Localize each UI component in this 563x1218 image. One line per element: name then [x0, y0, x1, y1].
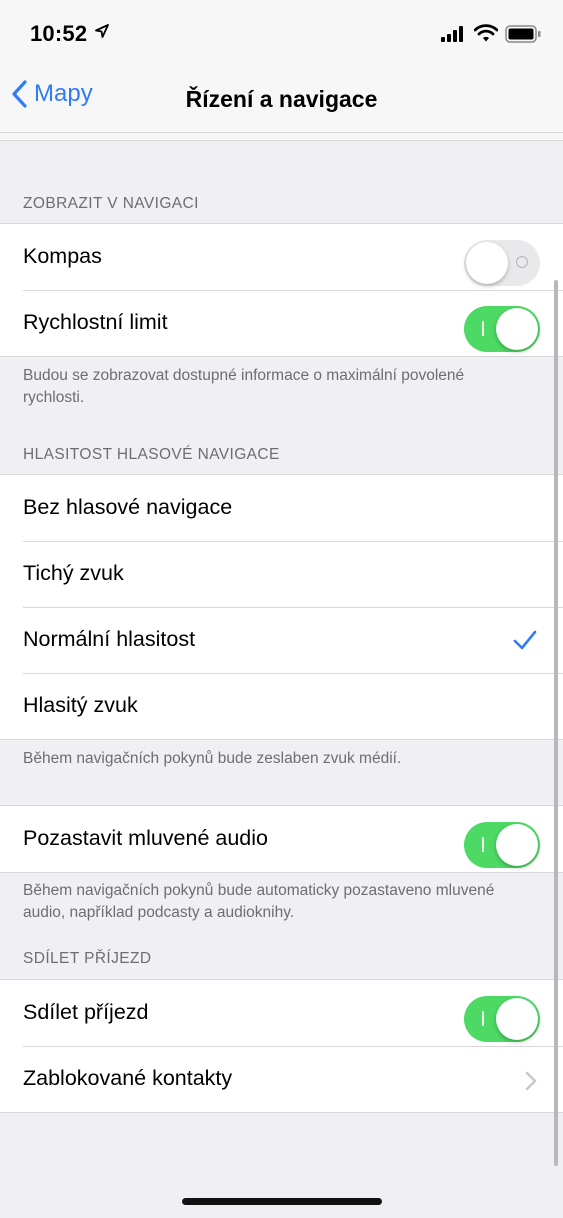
checkmark-icon [513, 630, 537, 650]
toggle-on-glyph [482, 321, 484, 336]
scrolled-header-strip [0, 133, 563, 141]
group-audio: Pozastavit mluvené audio [0, 805, 563, 873]
compass-toggle[interactable] [464, 240, 540, 286]
row-blocked-contacts[interactable]: Zablokované kontakty [0, 1046, 563, 1112]
battery-icon [505, 25, 541, 43]
row-label: Zablokované kontakty [23, 1066, 233, 1090]
toggle-knob [496, 308, 538, 350]
speed-limit-toggle[interactable] [464, 306, 540, 352]
group-display: Kompas Rychlostní limit [0, 223, 563, 357]
row-no-voice[interactable]: Bez hlasové navigace [0, 475, 563, 541]
row-normal-volume[interactable]: Normální hlasitost [0, 607, 563, 673]
row-label: Pozastavit mluvené audio [23, 826, 269, 850]
section-footer-display: Budou se zobrazovat dostupné informace o… [23, 367, 465, 406]
toggle-knob [496, 998, 538, 1040]
row-label: Tichý zvuk [23, 561, 124, 585]
row-pause-spoken-audio: Pozastavit mluvené audio [0, 806, 563, 872]
section-footer-audio: Během navigačních pokynů bude automatick… [23, 882, 495, 921]
cellular-signal-icon [441, 26, 463, 42]
section-header-share: SDÍLET PŘÍJEZD [23, 950, 152, 967]
scroll-indicator[interactable] [554, 280, 558, 1166]
toggle-knob [466, 242, 508, 284]
home-indicator[interactable] [182, 1198, 382, 1205]
row-label: Rychlostní limit [23, 310, 168, 334]
section-footer-volume: Během navigačních pokynů bude zeslaben z… [23, 750, 402, 767]
toggle-on-glyph [482, 837, 484, 852]
row-label: Bez hlasové navigace [23, 495, 233, 519]
row-low-volume[interactable]: Tichý zvuk [0, 541, 563, 607]
pause-spoken-audio-toggle[interactable] [464, 822, 540, 868]
location-arrow-icon [95, 24, 109, 38]
chevron-right-icon [525, 1071, 537, 1091]
toggle-off-glyph [516, 256, 528, 268]
row-speed-limit: Rychlostní limit [0, 290, 563, 356]
share-eta-toggle[interactable] [464, 996, 540, 1042]
row-share-eta: Sdílet příjezd [0, 980, 563, 1046]
row-label: Normální hlasitost [23, 627, 196, 651]
group-volume: Bez hlasové navigace Tichý zvuk Normální… [0, 474, 563, 740]
row-label: Hlasitý zvuk [23, 693, 138, 717]
section-header-display: ZOBRAZIT V NAVIGACI [23, 195, 199, 212]
section-header-volume: HLASITOST HLASOVÉ NAVIGACE [23, 446, 280, 463]
row-label: Sdílet příjezd [23, 1000, 149, 1024]
group-share: Sdílet příjezd Zablokované kontakty [0, 979, 563, 1113]
page-title: Řízení a navigace [185, 86, 378, 112]
row-label: Kompas [23, 244, 102, 268]
navigation-bar: Mapy Řízení a navigace [0, 66, 563, 133]
status-time: 10:52 [30, 21, 88, 46]
toggle-knob [496, 824, 538, 866]
wifi-icon [474, 24, 498, 42]
row-compass: Kompas [0, 224, 563, 290]
status-bar: 10:52 [0, 0, 563, 66]
toggle-on-glyph [482, 1011, 484, 1026]
row-loud-volume[interactable]: Hlasitý zvuk [0, 673, 563, 739]
